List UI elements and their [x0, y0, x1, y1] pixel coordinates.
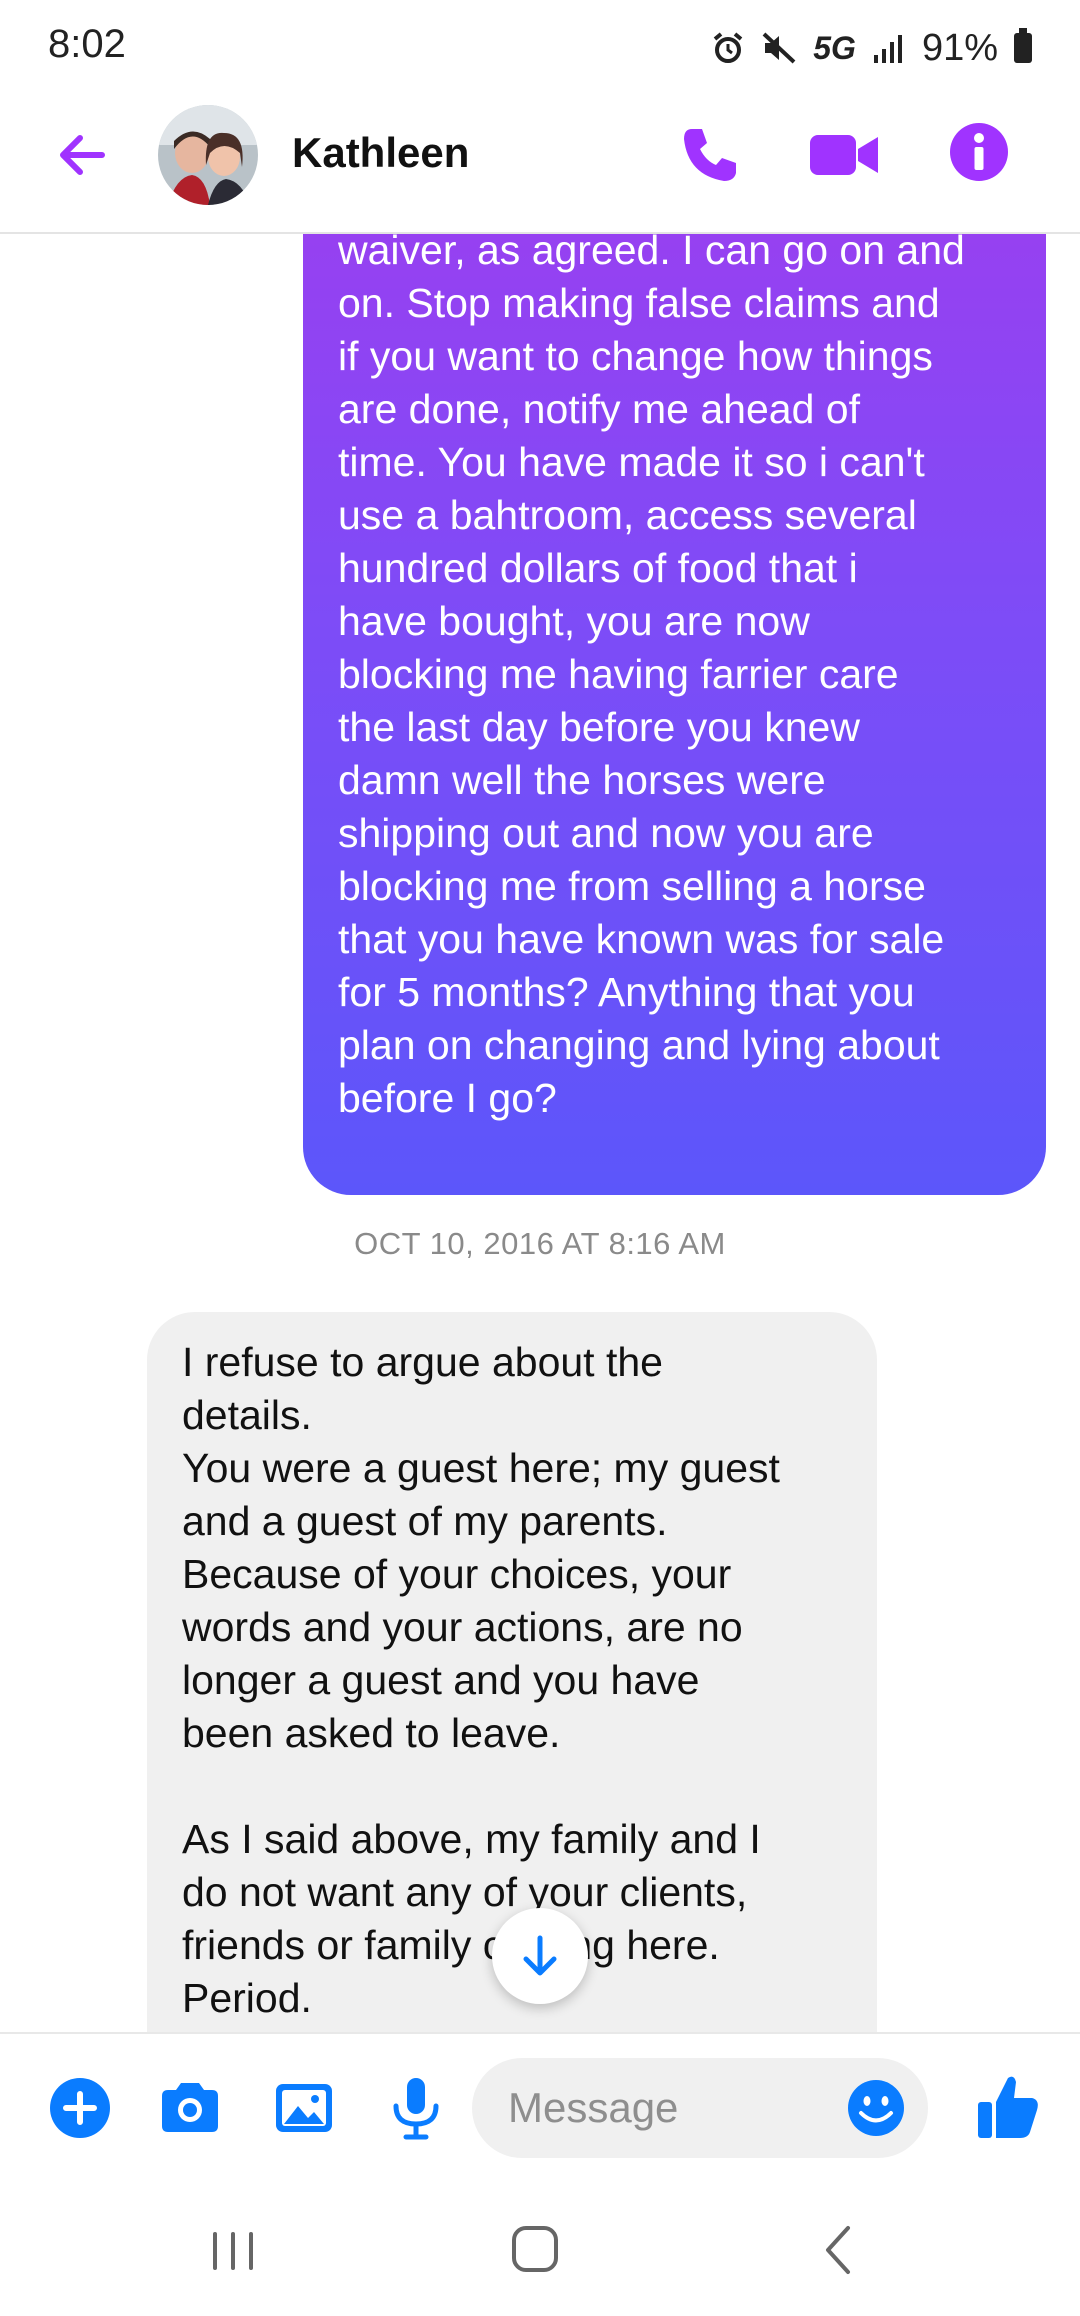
scroll-to-bottom-button[interactable]: [492, 1908, 588, 2004]
chat-header: Kathleen: [0, 95, 1080, 234]
system-navigation-bar: [0, 2182, 1080, 2316]
phone-icon[interactable]: [678, 123, 742, 187]
mute-icon: [762, 32, 796, 64]
message-composer: [0, 2032, 1080, 2184]
emoji-icon[interactable]: [846, 2078, 906, 2138]
status-time: 8:02: [48, 22, 126, 66]
recent-apps-icon[interactable]: [198, 2220, 268, 2280]
contact-name[interactable]: Kathleen: [292, 129, 469, 177]
microphone-icon[interactable]: [382, 2074, 450, 2142]
home-icon[interactable]: [500, 2220, 570, 2280]
battery-percent: 91%: [921, 26, 998, 69]
conversation: waiver, as agreed. I can go on and on. S…: [0, 232, 1080, 2032]
plus-icon[interactable]: [46, 2074, 114, 2142]
message-timestamp: OCT 10, 2016 AT 8:16 AM: [354, 1226, 726, 1261]
signal-icon: [873, 35, 902, 63]
thumbs-up-icon[interactable]: [974, 2070, 1042, 2142]
video-camera-icon[interactable]: [808, 125, 880, 185]
sent-message-bubble[interactable]: waiver, as agreed. I can go on and on. S…: [303, 232, 1046, 1195]
camera-icon[interactable]: [156, 2074, 224, 2142]
arrow-down-icon: [523, 1935, 557, 1976]
alarm-icon: [713, 32, 743, 63]
battery-icon: [1014, 28, 1032, 63]
back-arrow-icon[interactable]: [50, 123, 114, 187]
status-bar: 8:02 5G 91%: [0, 0, 1080, 95]
avatar[interactable]: [158, 105, 258, 205]
sent-message-text: waiver, as agreed. I can go on and on. S…: [338, 232, 965, 1121]
back-icon[interactable]: [802, 2220, 872, 2280]
network-label: 5G: [813, 29, 856, 66]
status-icons: 5G 91%: [711, 26, 1032, 70]
info-icon[interactable]: [948, 121, 1010, 183]
gallery-icon[interactable]: [270, 2074, 338, 2142]
